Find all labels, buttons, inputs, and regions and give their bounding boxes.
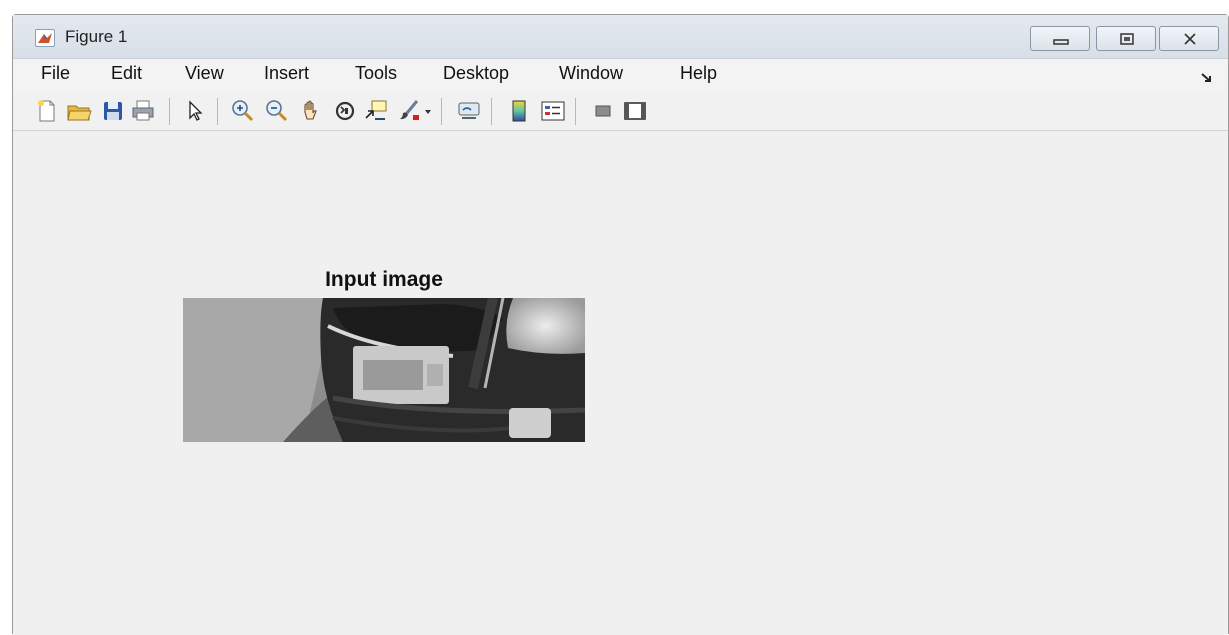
toolbar-separator <box>575 98 576 125</box>
matlab-icon <box>35 29 55 47</box>
insert-legend-icon[interactable] <box>539 98 567 124</box>
minimize-button[interactable] <box>1030 26 1090 51</box>
toolbar-separator <box>491 98 492 125</box>
maximize-button[interactable] <box>1096 26 1156 51</box>
link-plot-icon[interactable] <box>455 98 483 124</box>
menu-tools[interactable]: Tools <box>355 63 397 84</box>
close-button[interactable] <box>1159 26 1219 51</box>
figure-toolbar <box>13 91 1228 131</box>
menu-window[interactable]: Window <box>559 63 623 84</box>
menu-edit[interactable]: Edit <box>111 63 142 84</box>
toolbar-separator <box>169 98 170 125</box>
insert-colorbar-icon[interactable] <box>505 98 533 124</box>
open-file-icon[interactable] <box>65 98 93 124</box>
new-figure-icon[interactable] <box>33 98 61 124</box>
edit-plot-pointer-icon[interactable] <box>181 98 209 124</box>
window-title: Figure 1 <box>65 27 128 46</box>
menu-insert[interactable]: Insert <box>264 63 309 84</box>
menu-desktop[interactable]: Desktop <box>443 63 509 84</box>
figure-canvas[interactable]: Input image <box>13 132 1228 635</box>
menu-view[interactable]: View <box>185 63 224 84</box>
toolbar-separator <box>217 98 218 125</box>
menu-bar: File Edit View Insert Tools Desktop Wind… <box>13 59 1228 91</box>
dock-figure-icon[interactable] <box>1200 69 1214 88</box>
axes-title: Input image <box>325 268 443 291</box>
toolbar-separator <box>441 98 442 125</box>
brush-dropdown-icon[interactable] <box>421 98 435 124</box>
data-cursor-icon[interactable] <box>363 98 391 124</box>
zoom-out-icon[interactable] <box>263 98 291 124</box>
pan-hand-icon[interactable] <box>297 98 325 124</box>
input-image <box>183 298 585 442</box>
show-plot-tools-icon[interactable] <box>621 98 649 124</box>
save-icon[interactable] <box>99 98 127 124</box>
figure-window: Figure 1 File Edit View Insert Tools Des… <box>12 14 1229 635</box>
hide-plot-tools-icon[interactable] <box>589 98 617 124</box>
zoom-in-icon[interactable] <box>229 98 257 124</box>
menu-help[interactable]: Help <box>680 63 717 84</box>
menu-file[interactable]: File <box>41 63 70 84</box>
title-bar[interactable]: Figure 1 <box>13 15 1228 59</box>
rotate-3d-icon[interactable] <box>331 98 359 124</box>
print-icon[interactable] <box>129 98 157 124</box>
